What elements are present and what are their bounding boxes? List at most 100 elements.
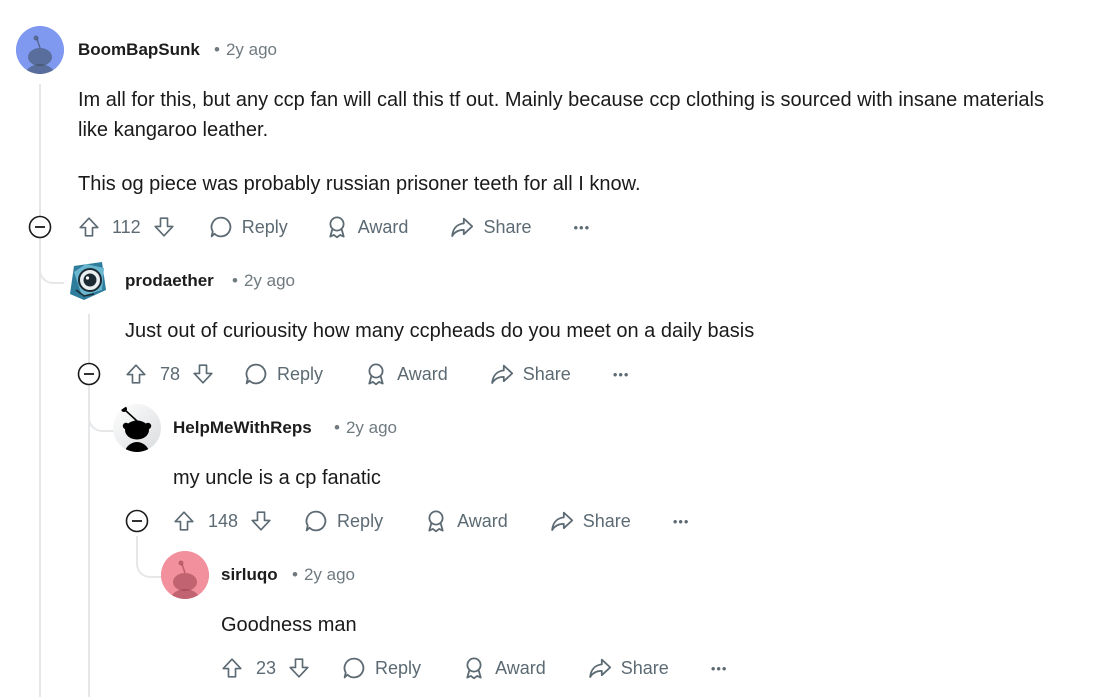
reply-button[interactable]: Reply	[209, 210, 288, 244]
comment-bubble-icon	[210, 216, 231, 238]
comment-action-bar: 148 Reply Award Share •••	[173, 504, 689, 538]
award-icon	[368, 363, 384, 386]
award-button[interactable]: Award	[424, 504, 508, 538]
collapse-thread-button[interactable]	[125, 509, 149, 533]
thread-elbow-prodaether	[39, 242, 67, 284]
reply-button[interactable]: Reply	[244, 357, 323, 391]
share-icon	[589, 658, 611, 678]
award-icon	[428, 510, 444, 533]
upvote-icon	[222, 658, 242, 678]
comment-timestamp: • 2y ago	[334, 418, 397, 438]
upvote-button[interactable]	[221, 651, 243, 685]
share-button[interactable]: Share	[588, 651, 669, 685]
more-options-button[interactable]: •••	[673, 504, 690, 538]
reply-label: Reply	[375, 657, 422, 678]
award-icon	[329, 216, 345, 239]
share-label: Share	[483, 216, 532, 237]
downvote-button[interactable]	[153, 210, 175, 244]
share-icon	[491, 364, 513, 384]
upvote-icon	[126, 364, 146, 384]
avatar[interactable]	[161, 551, 209, 599]
award-label: Award	[495, 657, 546, 678]
share-label: Share	[582, 510, 631, 531]
upvote-button[interactable]	[173, 504, 195, 538]
upvote-button[interactable]	[125, 357, 147, 391]
avatar[interactable]	[113, 404, 161, 452]
minus-circle-icon	[77, 362, 101, 386]
snoo-black-avatar-icon	[113, 404, 161, 452]
award-button[interactable]: Award	[325, 210, 408, 244]
comment-bubble-icon	[305, 510, 327, 532]
thread-elbow-sirluqo	[136, 536, 164, 578]
snoo-blue-avatar-icon	[16, 26, 64, 74]
upvote-button[interactable]	[78, 210, 100, 244]
upvote-icon	[174, 511, 194, 531]
comment-action-bar: 78 Reply Award Share •••	[125, 357, 629, 391]
award-icon	[466, 657, 482, 680]
comment-body-line: Just out of curiousity how many ccpheads…	[125, 320, 755, 342]
astronaut-avatar-icon	[64, 256, 112, 304]
share-icon	[451, 217, 474, 237]
more-options-button[interactable]: •••	[711, 651, 728, 685]
separator-dot: •	[334, 418, 340, 437]
share-button[interactable]: Share	[450, 210, 531, 244]
comment-timestamp: • 2y ago	[214, 40, 277, 60]
share-label: Share	[522, 363, 571, 384]
more-options-button[interactable]: •••	[573, 210, 590, 244]
time-text: 2y ago	[303, 565, 355, 584]
separator-dot: •	[292, 565, 298, 584]
comment-author[interactable]: sirluqo	[221, 565, 278, 585]
reply-label: Reply	[241, 216, 288, 237]
share-label: Share	[620, 657, 669, 678]
comment-body-line: Goodness man	[221, 614, 357, 636]
comment-body-line: This og piece was probably russian priso…	[78, 173, 641, 195]
reply-label: Reply	[277, 363, 324, 384]
time-text: 2y ago	[345, 418, 397, 437]
upvote-icon	[79, 217, 99, 237]
avatar[interactable]	[16, 26, 64, 74]
downvote-button[interactable]	[288, 651, 310, 685]
more-options-button[interactable]: •••	[613, 357, 630, 391]
minus-circle-icon	[28, 215, 52, 239]
vote-count: 148	[208, 510, 239, 531]
downvote-icon	[251, 511, 271, 531]
award-button[interactable]: Award	[364, 357, 448, 391]
separator-dot: •	[232, 271, 238, 290]
share-button[interactable]: Share	[550, 504, 631, 538]
award-label: Award	[457, 510, 508, 531]
collapse-thread-button[interactable]	[28, 215, 52, 239]
snoo-pink-avatar-icon	[161, 551, 209, 599]
comment-timestamp: • 2y ago	[232, 271, 295, 291]
downvote-icon	[289, 658, 309, 678]
avatar[interactable]	[64, 256, 112, 304]
thread-elbow-helpmewithreps	[88, 390, 116, 432]
downvote-button[interactable]	[192, 357, 214, 391]
comment-author[interactable]: BoomBapSunk	[78, 40, 200, 60]
minus-circle-icon	[125, 509, 149, 533]
downvote-icon	[193, 364, 213, 384]
vote-count: 78	[160, 363, 181, 384]
separator-dot: •	[214, 40, 220, 59]
award-label: Award	[397, 363, 448, 384]
reply-button[interactable]: Reply	[304, 504, 383, 538]
time-text: 2y ago	[243, 271, 295, 290]
comment-action-bar: 112 Reply Award Share •••	[78, 210, 590, 244]
comment-body-line: my uncle is a cp fanatic	[173, 467, 381, 489]
comment-action-bar: 23 Reply Award Share •••	[221, 651, 727, 685]
collapse-thread-button[interactable]	[77, 362, 101, 386]
share-icon	[551, 511, 573, 531]
vote-count: 23	[256, 657, 277, 678]
comment-author[interactable]: prodaether	[125, 271, 214, 291]
time-text: 2y ago	[225, 40, 277, 59]
thread-line-level-1	[39, 84, 41, 697]
reply-button[interactable]: Reply	[342, 651, 421, 685]
award-button[interactable]: Award	[462, 651, 546, 685]
vote-count: 112	[112, 216, 141, 237]
comment-body-line: Im all for this, but any ccp fan will ca…	[78, 89, 1044, 111]
share-button[interactable]: Share	[490, 357, 571, 391]
comment-bubble-icon	[343, 657, 365, 679]
comment-timestamp: • 2y ago	[292, 565, 355, 585]
comment-author[interactable]: HelpMeWithReps	[173, 418, 312, 438]
downvote-icon	[154, 217, 174, 237]
downvote-button[interactable]	[250, 504, 272, 538]
